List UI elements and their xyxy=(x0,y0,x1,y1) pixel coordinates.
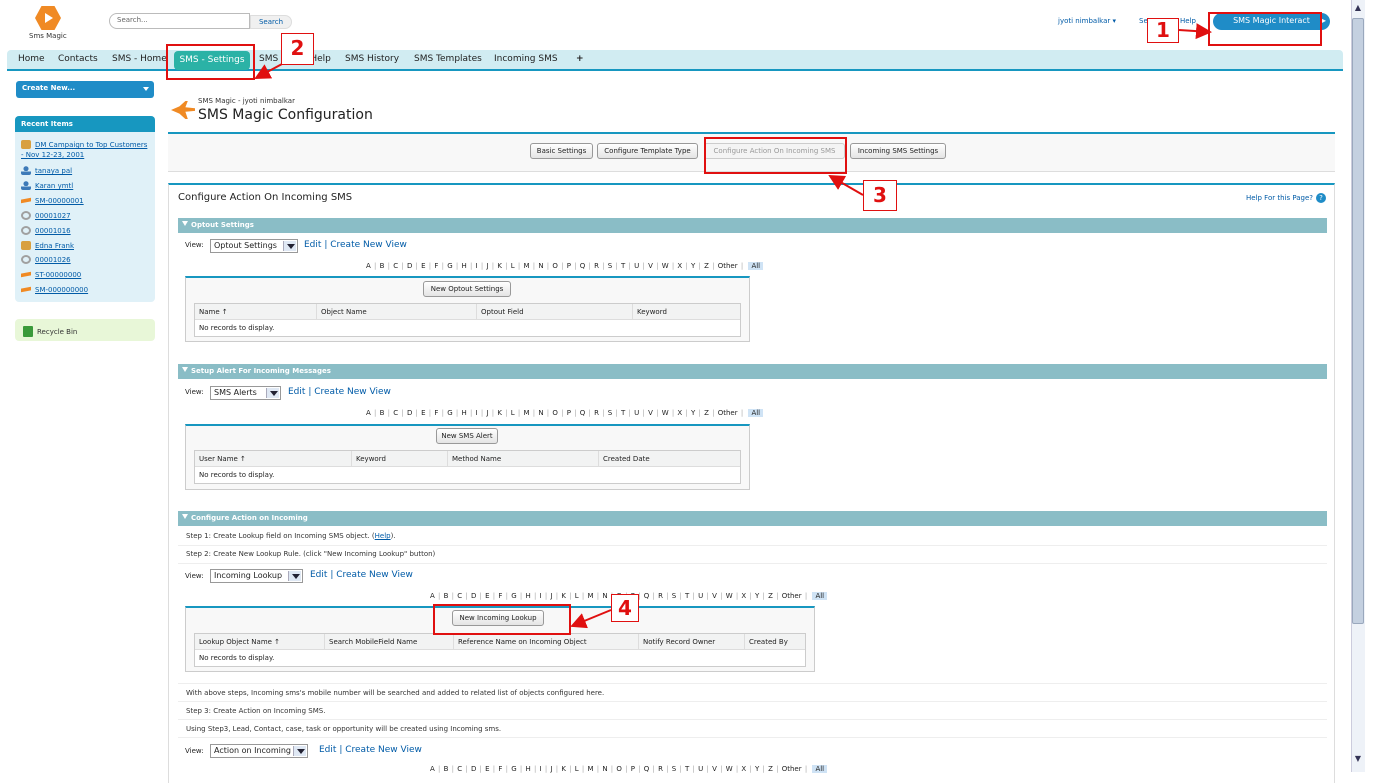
annotation-arrows xyxy=(254,23,1212,629)
arrow-3 xyxy=(828,175,864,196)
arrow-4 xyxy=(570,609,612,629)
scroll-up-icon[interactable]: ▲ xyxy=(1352,3,1364,15)
arrow-1 xyxy=(1178,23,1212,40)
arrow-2 xyxy=(254,63,283,79)
scroll-down-icon[interactable]: ▼ xyxy=(1352,754,1364,766)
scrollbar-thumb[interactable] xyxy=(1352,18,1364,624)
